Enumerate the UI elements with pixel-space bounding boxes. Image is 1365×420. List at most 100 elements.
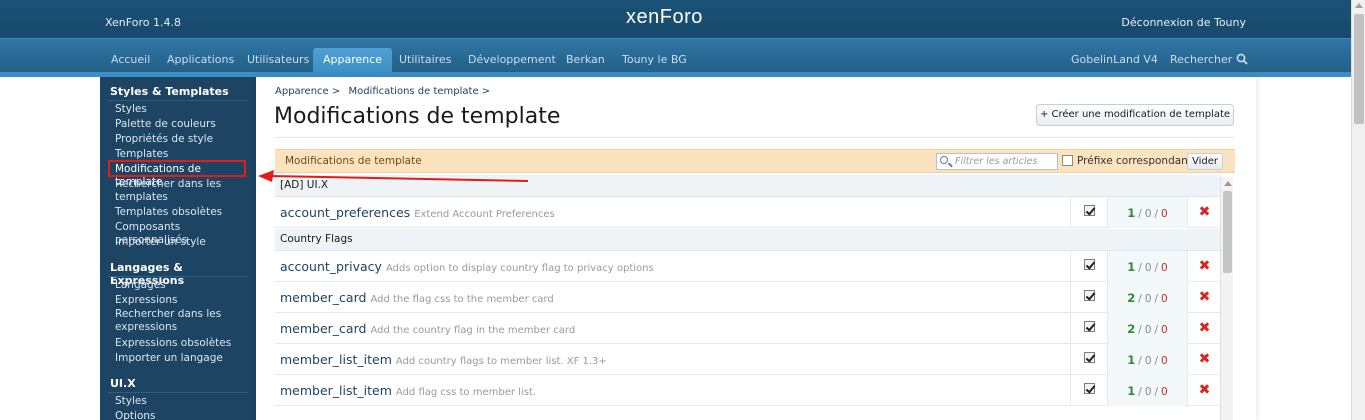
tab-utilitaires[interactable]: Utilitaires xyxy=(399,53,451,66)
scroll-up-icon[interactable] xyxy=(1224,181,1232,186)
list-scrollbar[interactable] xyxy=(1220,177,1233,420)
filter-input[interactable]: Filtrer les articles xyxy=(936,153,1058,170)
sidebar-item-languages[interactable]: Langages xyxy=(115,279,250,292)
sidebar-item-outdated-phrases[interactable]: Expressions obsolètes xyxy=(115,337,250,350)
sidebar-item-import-style[interactable]: Importer un style xyxy=(115,236,250,249)
count-not-found: 0 xyxy=(1144,355,1152,367)
enabled-checkbox[interactable] xyxy=(1084,383,1095,394)
enabled-checkbox[interactable] xyxy=(1084,259,1095,270)
sidebar-item-uix-options[interactable]: Options xyxy=(115,410,250,420)
breadcrumb-item-apparence[interactable]: Apparence > xyxy=(275,86,340,97)
tab-developpement[interactable]: Développement xyxy=(468,53,556,66)
delete-icon[interactable]: ✖ xyxy=(1198,352,1211,366)
count-not-found: 0 xyxy=(1144,324,1152,336)
sidebar-item-style-properties[interactable]: Propriétés de style xyxy=(115,133,250,146)
search-label: Rechercher xyxy=(1170,53,1233,66)
count-applied: 2 xyxy=(1127,322,1136,336)
scroll-thumb[interactable] xyxy=(1354,14,1364,124)
modification-description: Extend Account Preferences xyxy=(414,209,555,220)
count-applied: 2 xyxy=(1127,291,1136,305)
enabled-checkbox[interactable] xyxy=(1084,321,1095,332)
search-icon xyxy=(1236,53,1248,65)
search-link[interactable]: Rechercher xyxy=(1170,53,1248,66)
tab-applications[interactable]: Applications xyxy=(167,53,234,66)
modification-template-name[interactable]: member_card xyxy=(280,321,366,336)
divider xyxy=(108,392,248,393)
count-applied: 1 xyxy=(1127,384,1136,398)
modification-description: Adds option to display country flag to p… xyxy=(385,263,654,274)
prefix-match-label: Préfixe correspondant xyxy=(1077,155,1192,167)
tab-utilisateurs[interactable]: Utilisateurs xyxy=(247,53,309,66)
divider xyxy=(108,276,248,277)
count-not-found: 0 xyxy=(1144,208,1152,220)
sidebar-item-search-phrases[interactable]: Rechercher dans les expressions xyxy=(115,308,225,334)
apply-counts[interactable]: 1/0/0 xyxy=(1107,344,1187,375)
sidebar-item-styles[interactable]: Styles xyxy=(115,103,250,116)
apply-counts[interactable]: 1/0/0 xyxy=(1107,251,1187,282)
sidebar-heading-uix[interactable]: UI.X xyxy=(110,377,136,390)
tab-accueil[interactable]: Accueil xyxy=(111,53,150,66)
admin-sidebar: Styles & Templates Styles Palette de cou… xyxy=(100,77,256,420)
apply-counts[interactable]: 2/0/0 xyxy=(1107,282,1187,313)
apply-counts[interactable]: 1/0/0 xyxy=(1107,375,1187,406)
list-item[interactable]: account_preferences Extend Account Prefer… xyxy=(275,197,1220,228)
breadcrumb-item-template-modifications[interactable]: Modifications de template > xyxy=(348,86,490,97)
list-item[interactable]: member_card Add the flag css to the membe… xyxy=(275,282,1220,313)
list-item[interactable]: member_card Add the country flag in the m… xyxy=(275,313,1220,344)
group-header: Country Flags xyxy=(275,229,1220,251)
xenforo-logo[interactable]: xenForo xyxy=(626,6,703,29)
delete-icon[interactable]: ✖ xyxy=(1198,383,1211,397)
count-error: 0 xyxy=(1161,262,1168,274)
delete-icon[interactable]: ✖ xyxy=(1198,205,1211,219)
modification-template-name[interactable]: member_list_item xyxy=(280,383,392,398)
sidebar-item-palette[interactable]: Palette de couleurs xyxy=(115,118,250,131)
modification-template-name[interactable]: account_privacy xyxy=(280,259,382,274)
count-error: 0 xyxy=(1161,355,1168,367)
enabled-checkbox[interactable] xyxy=(1084,352,1095,363)
apply-counts[interactable]: 2/0/0 xyxy=(1107,313,1187,344)
modification-description: Add the flag css to the member card xyxy=(370,294,554,305)
apply-counts[interactable]: 1/0/0 xyxy=(1107,197,1187,228)
prefix-match-checkbox[interactable] xyxy=(1062,155,1073,166)
sidebar-heading-styles-templates[interactable]: Styles & Templates xyxy=(110,85,229,98)
scroll-up-icon[interactable] xyxy=(1355,3,1363,8)
count-not-found: 0 xyxy=(1144,386,1152,398)
sidebar-item-phrases[interactable]: Expressions xyxy=(115,294,250,307)
list-item[interactable]: member_list_item Add flag css to member l… xyxy=(275,375,1220,406)
filter-placeholder: Filtrer les articles xyxy=(955,156,1038,167)
list-item[interactable]: account_privacy Adds option to display co… xyxy=(275,251,1220,282)
list-item[interactable]: member_list_item Add country flags to mem… xyxy=(275,344,1220,375)
sidebar-item-uix-styles[interactable]: Styles xyxy=(115,395,250,408)
modification-description: Add flag css to member list. xyxy=(395,387,537,398)
enabled-checkbox[interactable] xyxy=(1084,290,1095,301)
sidebar-item-search-templates[interactable]: Rechercher dans les templates xyxy=(115,178,225,204)
breadcrumb: Apparence > Modifications de template > xyxy=(275,86,495,97)
page-scrollbar[interactable] xyxy=(1351,0,1365,420)
sidebar-item-outdated-templates[interactable]: Templates obsolètes xyxy=(115,206,250,219)
count-not-found: 0 xyxy=(1144,293,1152,305)
clear-filter-button[interactable]: Vider xyxy=(1187,153,1223,170)
count-not-found: 0 xyxy=(1144,262,1152,274)
divider xyxy=(275,137,1235,138)
modification-template-name[interactable]: member_list_item xyxy=(280,352,392,367)
delete-icon[interactable]: ✖ xyxy=(1198,321,1211,335)
tab-apparence[interactable]: Apparence xyxy=(313,48,393,73)
tab-touny-le-bg[interactable]: Touny le BG xyxy=(622,53,687,66)
create-template-modification-button[interactable]: + Créer une modification de template xyxy=(1036,104,1234,126)
top-header: XenForo 1.4.8 xenForo Déconnexion de Tou… xyxy=(0,0,1351,38)
delete-icon[interactable]: ✖ xyxy=(1198,259,1211,273)
filter-bar-title: Modifications de template xyxy=(285,155,422,167)
enabled-checkbox[interactable] xyxy=(1084,205,1095,216)
modification-template-name[interactable]: member_card xyxy=(280,290,366,305)
page-title: Modifications de template xyxy=(274,104,561,129)
sidebar-item-import-language[interactable]: Importer un langage xyxy=(115,352,250,365)
delete-icon[interactable]: ✖ xyxy=(1198,290,1211,304)
scroll-thumb[interactable] xyxy=(1223,191,1232,273)
modification-template-name[interactable]: account_preferences xyxy=(280,205,410,220)
gobelinland-link[interactable]: GobelinLand V4 xyxy=(1071,53,1158,66)
tab-berkan[interactable]: Berkan xyxy=(566,53,605,66)
annotation-arrow-icon xyxy=(258,170,529,182)
annotation-highlight-box xyxy=(108,160,246,177)
count-applied: 1 xyxy=(1127,260,1136,274)
logout-link[interactable]: Déconnexion de Touny xyxy=(1121,16,1246,29)
